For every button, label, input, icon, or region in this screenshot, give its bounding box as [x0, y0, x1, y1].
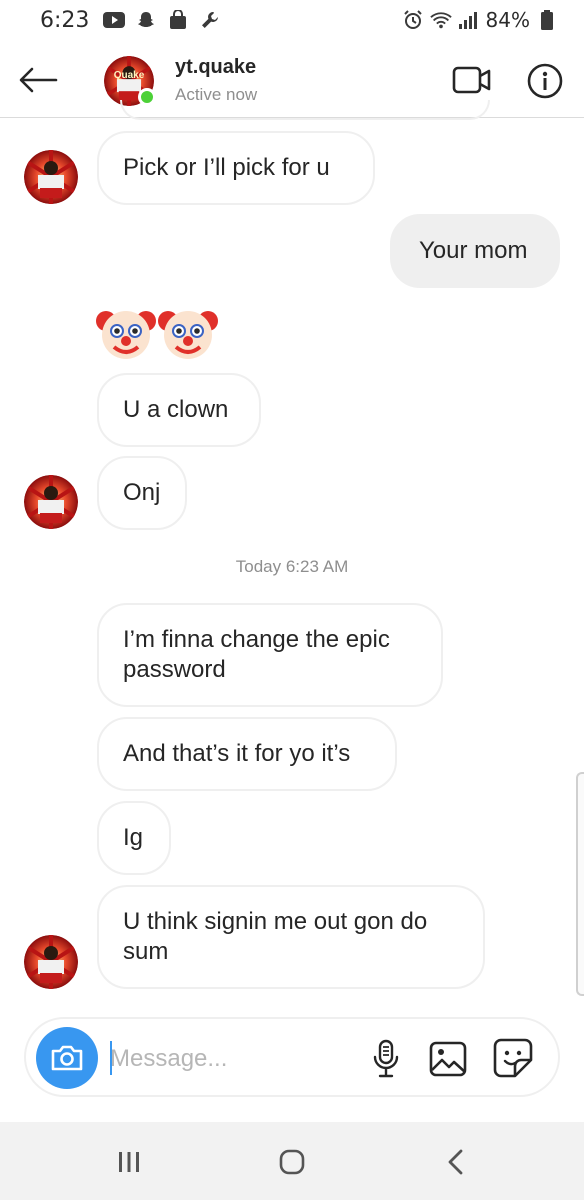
clown-emoji-icon	[96, 311, 156, 359]
sender-avatar[interactable]	[24, 475, 78, 529]
message-composer	[24, 1017, 560, 1097]
message-text: U think signin me out gon do sum	[123, 908, 428, 965]
message-text: Ig	[123, 824, 144, 851]
recents-button[interactable]	[99, 1142, 159, 1182]
system-nav-bar	[0, 1122, 584, 1200]
text-cursor	[110, 1041, 112, 1075]
message-bubble[interactable]: Ig	[97, 801, 171, 875]
message-input[interactable]	[110, 1039, 340, 1079]
snapchat-icon	[135, 9, 157, 31]
notification-icons	[103, 9, 221, 31]
message-bubble[interactable]: Pick or I’ll pick for u	[97, 131, 375, 205]
signal-icon	[458, 9, 480, 31]
wrench-icon	[199, 9, 221, 31]
battery-icon	[536, 9, 558, 31]
sticker-button[interactable]	[490, 1035, 536, 1081]
message-bubble[interactable]: And that’s it for yo it’s	[97, 717, 397, 791]
nav-back-button[interactable]	[426, 1142, 486, 1182]
video-camera-icon	[452, 66, 491, 94]
youtube-icon	[103, 9, 126, 31]
message-text: And that’s it for yo it’s	[123, 740, 351, 767]
shopping-bag-icon	[167, 9, 189, 31]
wifi-icon	[429, 9, 452, 31]
microphone-icon	[373, 1039, 399, 1078]
scrollbar-handle[interactable]	[576, 772, 584, 996]
gallery-button[interactable]	[426, 1037, 470, 1081]
info-button[interactable]	[524, 60, 566, 102]
message-bubble[interactable]: U a clown	[97, 373, 261, 447]
status-bar: 6:23 84%	[0, 0, 584, 40]
recents-icon	[119, 1152, 139, 1172]
sender-avatar[interactable]	[24, 935, 78, 989]
message-text: Your mom	[419, 237, 528, 264]
home-button[interactable]	[262, 1142, 322, 1182]
emoji-message[interactable]	[96, 303, 218, 363]
contact-avatar[interactable]: Quake	[104, 56, 156, 106]
timestamp-divider: Today 6:23 AM	[235, 557, 349, 576]
message-bubble-outgoing[interactable]: Your mom	[390, 214, 560, 288]
previous-message-edge	[120, 100, 490, 120]
contact-username[interactable]: yt.quake	[175, 56, 256, 79]
avatar-text: Quake	[113, 70, 145, 81]
message-bubble[interactable]: I’m finna change the epic password	[97, 603, 443, 707]
status-time: 6:23	[40, 7, 90, 33]
back-button[interactable]	[16, 60, 60, 100]
message-text: I’m finna change the epic password	[123, 626, 390, 683]
voice-message-button[interactable]	[366, 1037, 406, 1081]
message-text: Pick or I’ll pick for u	[123, 154, 330, 181]
message-text: U a clown	[123, 396, 229, 423]
gallery-icon	[429, 1041, 467, 1077]
nav-back-icon	[448, 1149, 463, 1175]
clown-emoji-icon	[158, 311, 218, 359]
message-bubble[interactable]: U think signin me out gon do sum	[97, 885, 485, 989]
battery-percent: 84%	[485, 8, 530, 32]
video-call-button[interactable]	[448, 60, 496, 100]
message-text: Onj	[123, 479, 161, 506]
camera-icon	[51, 1045, 83, 1071]
sender-avatar[interactable]	[24, 150, 78, 204]
system-status: 84%	[402, 8, 558, 32]
camera-button[interactable]	[36, 1027, 98, 1089]
back-arrow-icon	[19, 67, 58, 93]
sticker-icon	[493, 1038, 533, 1078]
info-icon	[527, 63, 563, 99]
home-icon	[279, 1149, 305, 1175]
alarm-icon	[402, 9, 424, 31]
message-bubble[interactable]: Onj	[97, 456, 187, 530]
